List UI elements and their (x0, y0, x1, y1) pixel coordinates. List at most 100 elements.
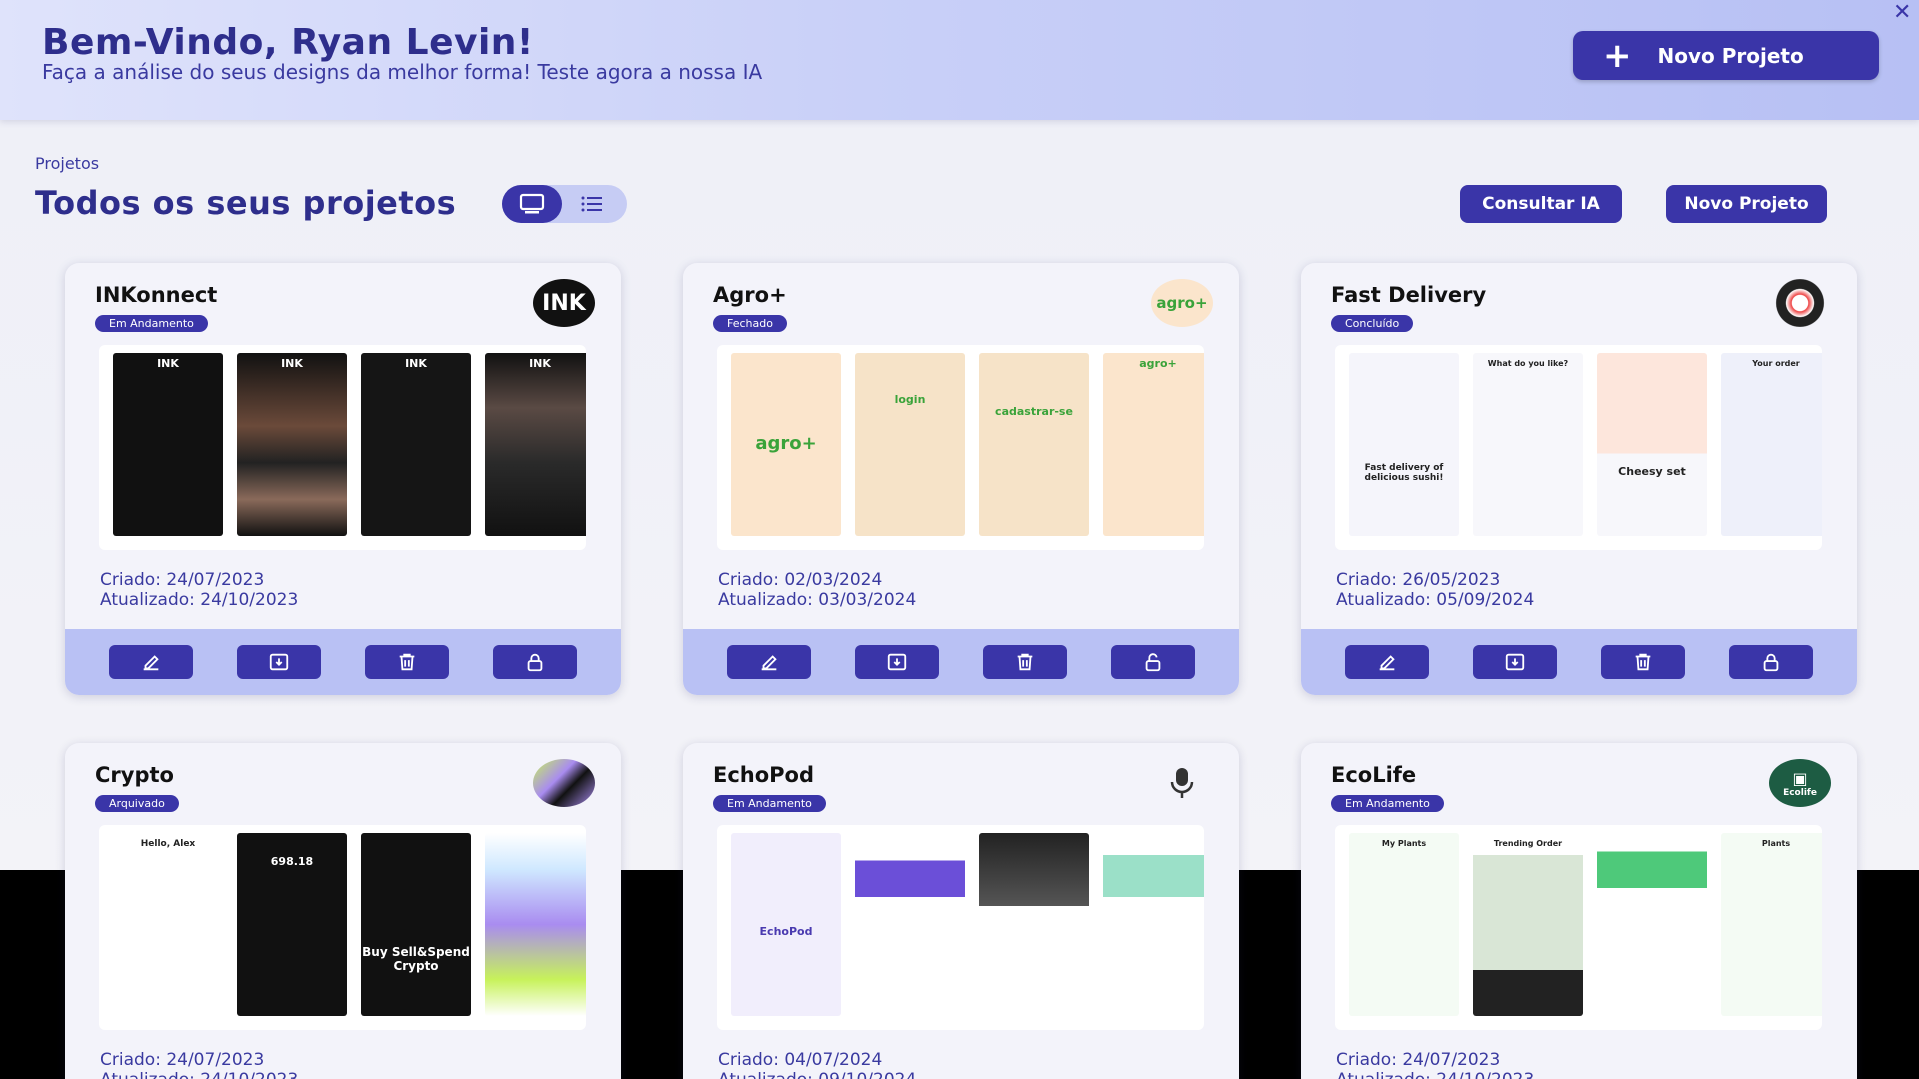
project-logo: INK (533, 279, 595, 327)
lock-icon (1763, 653, 1779, 672)
preview-screen (855, 833, 965, 1016)
status-badge: Em Andamento (95, 315, 208, 332)
created-date: Criado: 24/07/2023 (100, 570, 265, 590)
preview-screen: Fast delivery of delicious sushi! (1349, 353, 1459, 536)
project-card-ecolife[interactable]: EcoLife Em Andamento ▣ Ecolife My Plants… (1301, 743, 1857, 1079)
created-date: Criado: 26/05/2023 (1336, 570, 1501, 590)
logo-label: Ecolife (1783, 787, 1817, 798)
preview-screen: agro+ (1103, 353, 1204, 536)
delete-button[interactable] (365, 645, 449, 679)
project-preview[interactable]: agro+ login cadastrar-se agro+ (717, 345, 1204, 550)
grid-view-toggle[interactable] (502, 185, 562, 223)
archive-button[interactable] (855, 645, 939, 679)
project-dates: Criado: 26/05/2023 Atualizado: 05/09/202… (1336, 570, 1534, 610)
project-dates: Criado: 24/07/2023 Atualizado: 24/10/202… (100, 1050, 298, 1079)
delete-button[interactable] (983, 645, 1067, 679)
card-actions (65, 629, 621, 695)
project-card-agro[interactable]: Agro+ Fechado agro+ agro+ login cadastra… (683, 263, 1239, 695)
preview-screen: INK (361, 353, 471, 536)
project-preview[interactable]: Hello, Alex 698.18 Buy Sell&Spend Crypto (99, 825, 586, 1030)
edit-button[interactable] (109, 645, 193, 679)
lock-button[interactable] (493, 645, 577, 679)
preview-screen: agro+ (731, 353, 841, 536)
project-card-inkonnect[interactable]: INKonnect Em Andamento INK INK INK INK I… (65, 263, 621, 695)
project-card-fast-delivery[interactable]: Fast Delivery Concluído Fast delivery of… (1301, 263, 1857, 695)
card-actions (683, 629, 1239, 695)
unlock-button[interactable] (1111, 645, 1195, 679)
updated-date: Atualizado: 05/09/2024 (1336, 590, 1535, 610)
preview-screen: Buy Sell&Spend Crypto (361, 833, 471, 1016)
close-icon[interactable]: ✕ (1893, 0, 1911, 25)
project-dates: Criado: 24/07/2023 Atualizado: 24/10/202… (1336, 1050, 1534, 1079)
preview-screen: INK (237, 353, 347, 536)
view-toggle[interactable] (502, 185, 627, 223)
preview-screen: Your order (1721, 353, 1822, 536)
archive-icon (269, 653, 289, 671)
preview-screen: INK (113, 353, 223, 536)
card-actions (1301, 629, 1857, 695)
preview-screen: My Plants (1349, 833, 1459, 1016)
archive-button[interactable] (237, 645, 321, 679)
project-dates: Criado: 04/07/2024 Atualizado: 09/10/202… (718, 1050, 916, 1079)
trash-icon (1017, 653, 1033, 671)
project-dates: Criado: 02/03/2024 Atualizado: 03/03/202… (718, 570, 916, 610)
welcome-banner: Bem-Vindo, Ryan Levin! Faça a análise do… (0, 0, 1919, 120)
project-preview[interactable]: Fast delivery of delicious sushi! What d… (1335, 345, 1822, 550)
pencil-icon (1379, 655, 1395, 671)
created-date: Criado: 24/07/2023 (100, 1050, 265, 1070)
microphone-logo-icon (1151, 759, 1213, 807)
updated-date: Atualizado: 03/03/2024 (718, 590, 917, 610)
unlock-icon (1145, 653, 1161, 672)
project-name: Fast Delivery (1331, 283, 1487, 307)
status-badge: Em Andamento (713, 795, 826, 812)
created-date: Criado: 02/03/2024 (718, 570, 883, 590)
list-view-toggle[interactable] (562, 185, 622, 223)
new-project-button-header[interactable]: + Novo Projeto (1573, 31, 1879, 80)
preview-screen: Plants (1721, 833, 1822, 1016)
preview-screen (485, 833, 586, 1016)
new-project-button[interactable]: Novo Projeto (1666, 185, 1827, 223)
project-name: EcoLife (1331, 763, 1417, 787)
plus-icon: + (1603, 35, 1632, 76)
leaf-icon: ▣ (1792, 768, 1808, 788)
project-card-echopod[interactable]: EchoPod Em Andamento EchoPod Criado: 04/… (683, 743, 1239, 1079)
preview-screen (1597, 833, 1707, 1016)
project-name: Agro+ (713, 283, 787, 307)
project-logo: agro+ (1151, 279, 1213, 327)
preview-screen: What do you like? (1473, 353, 1583, 536)
project-dates: Criado: 24/07/2023 Atualizado: 24/10/202… (100, 570, 298, 610)
project-preview[interactable]: EchoPod (717, 825, 1204, 1030)
updated-date: Atualizado: 24/10/2023 (100, 1070, 298, 1079)
delete-button[interactable] (1601, 645, 1685, 679)
crypto-logo-icon (533, 759, 595, 807)
updated-date: Atualizado: 24/10/2023 (100, 590, 299, 610)
sushi-logo-icon (1769, 279, 1831, 327)
monitor-icon (519, 193, 545, 214)
updated-date: Atualizado: 24/10/2023 (1336, 1070, 1534, 1079)
breadcrumb[interactable]: Projetos (35, 154, 99, 173)
page: Bem-Vindo, Ryan Levin! Faça a análise do… (0, 0, 1919, 1079)
list-icon (581, 196, 602, 212)
pencil-icon (761, 655, 777, 671)
project-name: Crypto (95, 763, 174, 787)
project-preview[interactable]: My Plants Trending Order Plants (1335, 825, 1822, 1030)
lock-button[interactable] (1729, 645, 1813, 679)
preview-screen: Cheesy set (1597, 353, 1707, 536)
welcome-subtitle: Faça a análise do seus designs da melhor… (42, 60, 763, 84)
status-badge: Fechado (713, 315, 787, 332)
updated-date: Atualizado: 09/10/2024 (718, 1070, 916, 1079)
welcome-title: Bem-Vindo, Ryan Levin! (42, 22, 534, 63)
created-date: Criado: 24/07/2023 (1336, 1050, 1501, 1070)
project-preview[interactable]: INK INK INK INK (99, 345, 586, 550)
edit-button[interactable] (727, 645, 811, 679)
preview-screen: login (855, 353, 965, 536)
project-name: INKonnect (95, 283, 218, 307)
edit-button[interactable] (1345, 645, 1429, 679)
archive-button[interactable] (1473, 645, 1557, 679)
consult-ai-button[interactable]: Consultar IA (1460, 185, 1622, 223)
preview-screen: Hello, Alex (113, 833, 223, 1016)
preview-screen: cadastrar-se (979, 353, 1089, 536)
preview-screen: INK (485, 353, 586, 536)
preview-screen: EchoPod (731, 833, 841, 1016)
project-card-crypto[interactable]: Crypto Arquivado Hello, Alex 698.18 Buy … (65, 743, 621, 1079)
